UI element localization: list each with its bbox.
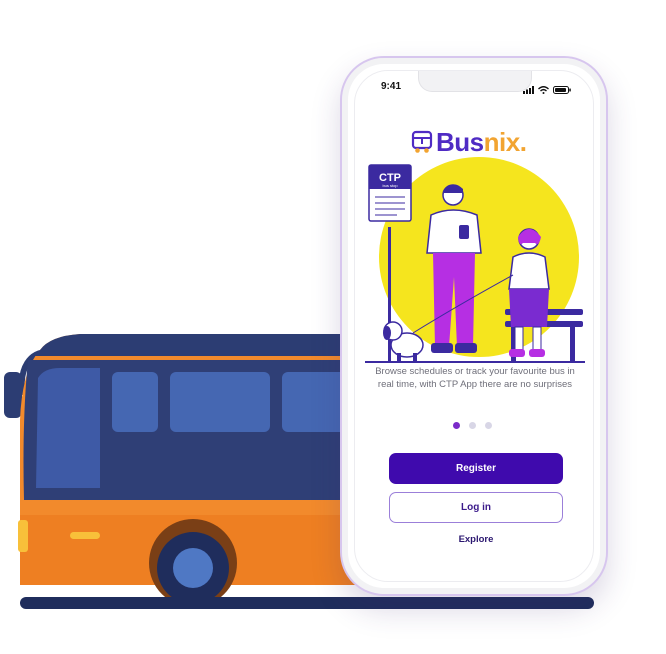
page-indicator[interactable] bbox=[453, 422, 492, 429]
onboarding-illustration: CTP bus stop bbox=[365, 157, 585, 363]
page-dot-2[interactable] bbox=[469, 422, 476, 429]
explore-link[interactable]: Explore bbox=[389, 534, 563, 545]
brand-logo: Busnix. bbox=[411, 126, 527, 157]
phone-mockup: 9:41 Busnix. CTP bus stop Browse schedul… bbox=[340, 56, 608, 596]
status-time: 9:41 bbox=[381, 81, 402, 92]
scene: 9:41 Busnix. CTP bus stop Browse schedul… bbox=[0, 0, 666, 654]
login-button[interactable]: Log in bbox=[389, 492, 563, 523]
sign-subtitle: bus stop bbox=[382, 183, 398, 188]
signal-icon bbox=[523, 81, 534, 99]
battery-icon bbox=[553, 81, 571, 99]
status-icons bbox=[523, 81, 571, 99]
onboarding-description: Browse schedules or track your favourite… bbox=[375, 366, 575, 390]
page-dot-1[interactable] bbox=[453, 422, 460, 429]
register-button[interactable]: Register bbox=[389, 453, 563, 484]
phone-notch bbox=[418, 71, 532, 92]
brand-name: Busnix. bbox=[436, 126, 527, 157]
wifi-icon bbox=[538, 81, 549, 99]
app-screen: 9:41 Busnix. CTP bus stop Browse schedul… bbox=[354, 70, 594, 582]
page-dot-3[interactable] bbox=[485, 422, 492, 429]
bus-logo-icon bbox=[411, 130, 433, 153]
